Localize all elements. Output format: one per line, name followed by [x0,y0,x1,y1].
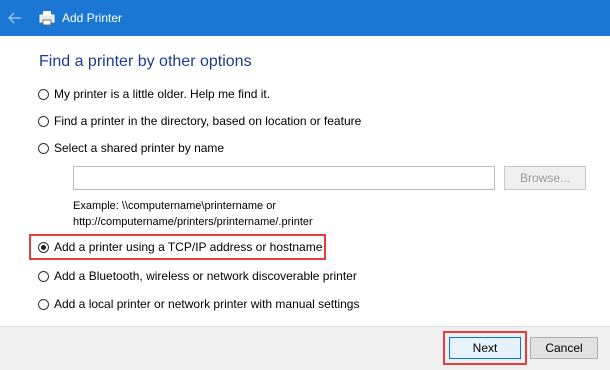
shared-printer-name-input[interactable] [73,166,495,190]
window-title: Add Printer [62,11,123,25]
cancel-button[interactable]: Cancel [530,337,598,359]
radio-button[interactable] [38,298,49,310]
radio-button-selected[interactable] [38,241,49,253]
browse-button[interactable]: Browse... [504,166,586,190]
option-label: My printer is a little older. Help me fi… [54,87,271,101]
next-button[interactable]: Next [449,337,521,359]
radio-button[interactable] [38,270,49,282]
option-label: Find a printer in the directory, based o… [54,114,362,128]
printer-icon [39,11,55,26]
option-bluetooth-wireless[interactable]: Add a Bluetooth, wireless or network dis… [38,266,357,286]
example-line-1: Example: \\computername\printername or [73,200,276,212]
option-older-printer[interactable]: My printer is a little older. Help me fi… [38,84,270,104]
option-label: Add a printer using a TCP/IP address or … [54,240,323,254]
option-label: Select a shared printer by name [54,141,225,155]
option-local-manual[interactable]: Add a local printer or network printer w… [38,294,359,314]
radio-button[interactable] [38,88,49,100]
example-text: Example: \\computername\printername or h… [73,198,313,230]
back-arrow-icon[interactable] [6,9,24,27]
radio-button[interactable] [38,115,49,127]
example-line-2: http://computername/printers/printername… [73,216,313,228]
option-tcpip[interactable]: Add a printer using a TCP/IP address or … [38,237,322,257]
option-shared-printer[interactable]: Select a shared printer by name [38,138,224,158]
title-bar: Add Printer [0,0,610,36]
option-label: Add a Bluetooth, wireless or network dis… [54,269,357,283]
page-heading: Find a printer by other options [39,53,252,70]
option-directory-search[interactable]: Find a printer in the directory, based o… [38,111,361,131]
option-label: Add a local printer or network printer w… [54,297,360,311]
radio-button[interactable] [38,142,49,154]
